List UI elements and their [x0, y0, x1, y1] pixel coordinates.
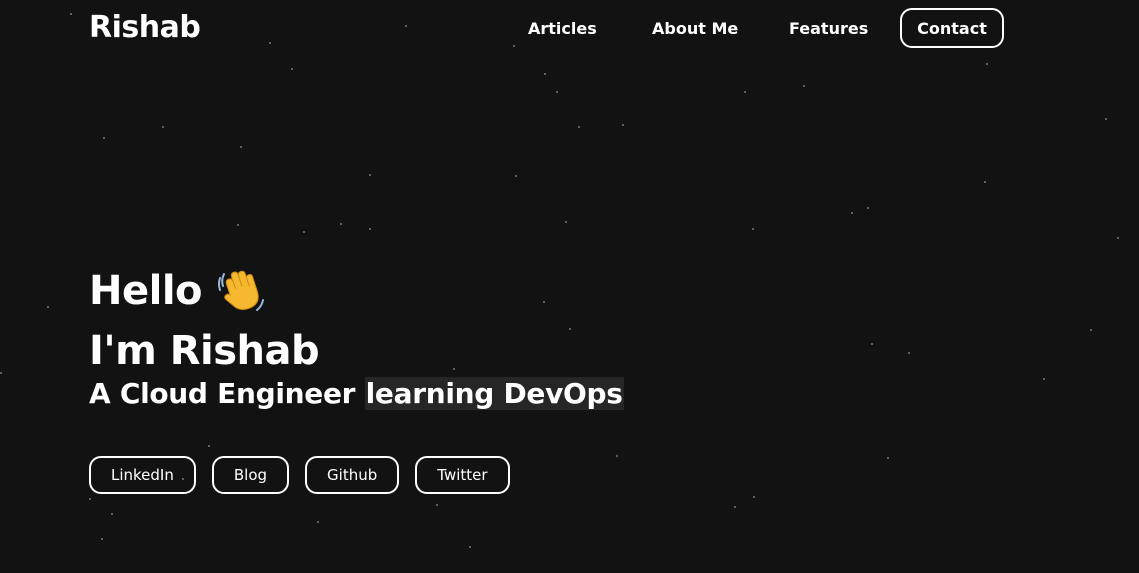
star-dot [208, 445, 210, 447]
hero-greeting: Hello [89, 262, 624, 320]
star-dot [753, 496, 755, 498]
nav-features-link[interactable]: Features [789, 19, 868, 38]
star-dot [578, 126, 580, 128]
star-dot [1105, 118, 1107, 120]
hero-tagline: A Cloud Engineer learning DevOps [89, 376, 624, 412]
twitter-button[interactable]: Twitter [415, 456, 510, 494]
star-dot [340, 223, 342, 225]
star-dot [744, 91, 746, 93]
star-dot [111, 513, 113, 515]
star-dot [1117, 237, 1119, 239]
star-dot [162, 126, 164, 128]
star-dot [734, 506, 736, 508]
star-dot [101, 538, 103, 540]
star-dot [908, 352, 910, 354]
star-dot [986, 63, 988, 65]
star-dot [752, 228, 754, 230]
star-dot [984, 181, 986, 183]
star-dot [237, 224, 239, 226]
star-dot [556, 91, 558, 93]
star-dot [0, 372, 2, 374]
star-dot [616, 455, 618, 457]
site-logo[interactable]: Rishab [89, 10, 201, 45]
star-dot [469, 546, 471, 548]
nav-about-link[interactable]: About Me [652, 19, 738, 38]
greeting-text: Hello [89, 268, 203, 314]
star-dot [565, 221, 567, 223]
star-dot [103, 137, 105, 139]
star-dot [291, 68, 293, 70]
nav-articles-link[interactable]: Articles [528, 19, 597, 38]
star-dot [317, 521, 319, 523]
blog-button[interactable]: Blog [211, 456, 290, 494]
star-dot [867, 207, 869, 209]
hero-name: I'm Rishab [89, 328, 320, 374]
star-dot [369, 228, 371, 230]
star-dot [89, 498, 91, 500]
star-dot [515, 175, 517, 177]
contact-button[interactable]: Contact [900, 8, 1004, 48]
github-button[interactable]: Github [305, 456, 400, 494]
star-dot [369, 174, 371, 176]
star-dot [47, 306, 49, 308]
tagline-text: A Cloud Engineer [89, 377, 365, 410]
tagline-highlight: learning DevOps [364, 377, 624, 410]
star-dot [1090, 329, 1092, 331]
social-links: LinkedIn Blog Github Twitter [89, 456, 510, 494]
linkedin-button[interactable]: LinkedIn [89, 456, 196, 494]
star-dot [240, 146, 242, 148]
star-dot [303, 231, 305, 233]
star-dot [803, 85, 805, 87]
star-dot [544, 73, 546, 75]
star-dot [887, 457, 889, 459]
star-dot [436, 504, 438, 506]
star-dot [622, 124, 624, 126]
hero-section: Hello I'm Rishab A Cloud Engineer learni… [89, 262, 624, 412]
page: Rishab Articles About Me Features Contac… [0, 0, 1139, 573]
star-dot [871, 343, 873, 345]
star-dot [1043, 378, 1045, 380]
waving-hand-icon [216, 266, 266, 316]
site-header: Rishab Articles About Me Features Contac… [0, 0, 1139, 60]
star-dot [851, 212, 853, 214]
